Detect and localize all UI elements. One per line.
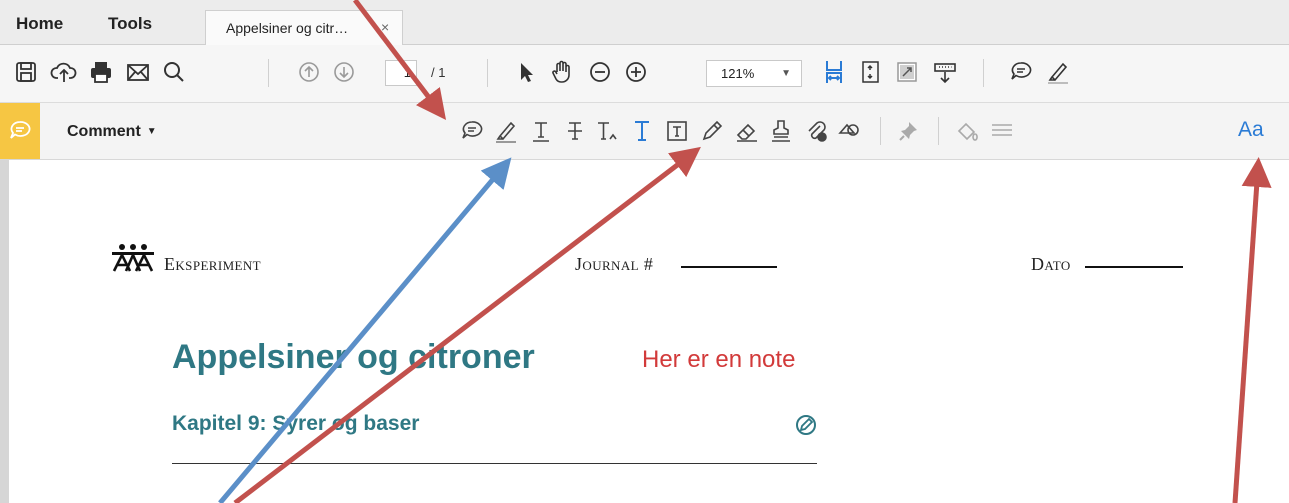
chevron-down-icon: ▼	[781, 68, 791, 79]
hand-icon[interactable]	[548, 58, 576, 86]
comment-toolbar: Comment ▼ Aa	[0, 103, 1289, 160]
add-note-icon[interactable]	[458, 117, 486, 145]
email-icon[interactable]	[124, 58, 152, 86]
upload-icon[interactable]	[50, 58, 78, 86]
shapes-icon[interactable]	[836, 117, 864, 145]
text-box-icon[interactable]	[663, 117, 691, 145]
stamp-icon[interactable]	[767, 117, 795, 145]
note-annotation[interactable]: Her er en note	[642, 346, 795, 374]
fill-color-icon[interactable]	[953, 117, 981, 145]
toolbar-separator	[487, 59, 488, 87]
zoom-out-icon[interactable]	[586, 58, 614, 86]
page-down-icon[interactable]	[330, 58, 358, 86]
page-number-input[interactable]: 1	[385, 60, 417, 86]
fit-page-icon[interactable]	[856, 58, 884, 86]
comment-menu-label: Comment	[67, 123, 141, 140]
experiment-label: Eksperiment	[164, 254, 262, 274]
chevron-down-icon: ▼	[146, 126, 157, 137]
line-weight-icon[interactable]	[988, 117, 1016, 145]
document-title: Appelsiner og citroner	[172, 338, 535, 376]
read-mode-icon[interactable]	[931, 58, 959, 86]
comment-menu[interactable]: Comment ▼	[67, 123, 157, 141]
toolbar-separator	[880, 117, 881, 145]
fit-width-icon[interactable]	[820, 58, 848, 86]
tab-document-title: Appelsiner og citr…	[226, 20, 349, 36]
zoom-in-icon[interactable]	[622, 58, 650, 86]
strikethrough-icon[interactable]	[561, 117, 589, 145]
underline-text-icon[interactable]	[527, 117, 555, 145]
page-total: / 1	[431, 65, 446, 80]
date-field[interactable]	[1085, 266, 1183, 268]
comment-badge	[0, 103, 40, 159]
edit-icon[interactable]	[794, 413, 818, 437]
tab-bar: Home Tools Appelsiner og citr… ×	[0, 0, 1289, 45]
zoom-value: 121%	[721, 66, 755, 81]
sticky-note-icon[interactable]	[1007, 58, 1035, 86]
add-text-icon[interactable]	[628, 117, 656, 145]
document-page: Eksperiment Journal # Dato Appelsiner og…	[9, 160, 1289, 503]
toolbar-separator	[268, 59, 269, 87]
journal-label: Journal #	[575, 254, 654, 274]
journal-field[interactable]	[681, 266, 777, 268]
highlight-text-icon[interactable]	[492, 117, 520, 145]
pin-icon[interactable]	[895, 117, 923, 145]
font-icon[interactable]: Aa	[1238, 118, 1264, 142]
select-cursor-icon[interactable]	[512, 58, 540, 86]
divider	[172, 463, 817, 464]
toolbar-separator	[938, 117, 939, 145]
tab-home[interactable]: Home	[16, 14, 63, 34]
full-screen-icon[interactable]	[893, 58, 921, 86]
main-toolbar: 1 / 1 121% ▼	[0, 45, 1289, 103]
search-icon[interactable]	[160, 58, 188, 86]
logo-icon	[112, 244, 154, 272]
chapter-heading: Kapitel 9: Syrer og baser	[172, 412, 420, 435]
toolbar-separator	[983, 59, 984, 87]
zoom-select[interactable]: 121% ▼	[706, 60, 802, 87]
attach-file-icon[interactable]	[802, 117, 830, 145]
print-icon[interactable]	[87, 58, 115, 86]
highlight-pen-icon[interactable]	[1044, 58, 1072, 86]
date-label: Dato	[1031, 254, 1071, 274]
close-tab-icon[interactable]: ×	[381, 19, 389, 35]
pencil-icon[interactable]	[698, 117, 726, 145]
tab-tools[interactable]: Tools	[108, 14, 152, 34]
page-up-icon[interactable]	[295, 58, 323, 86]
replace-text-icon[interactable]	[594, 117, 622, 145]
save-icon[interactable]	[12, 58, 40, 86]
tab-document[interactable]: Appelsiner og citr… ×	[205, 10, 403, 45]
document-area: Eksperiment Journal # Dato Appelsiner og…	[0, 160, 1289, 503]
eraser-icon[interactable]	[733, 117, 761, 145]
comment-icon	[10, 121, 31, 139]
